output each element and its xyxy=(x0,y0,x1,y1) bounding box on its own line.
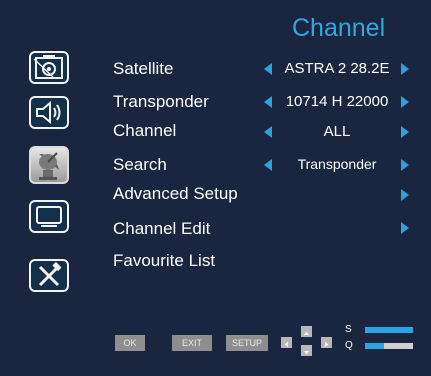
advanced-setup-arrow[interactable] xyxy=(401,189,409,201)
signal-strength-label: S xyxy=(345,324,352,335)
setup-button[interactable]: SETUP xyxy=(226,335,268,351)
channel-next-arrow[interactable] xyxy=(401,126,409,138)
down-arrow-icon xyxy=(304,351,309,355)
nav-down-key[interactable] xyxy=(301,345,312,356)
menu-item-transponder[interactable]: Transponder xyxy=(113,92,209,112)
satellite-dish-icon xyxy=(39,152,59,180)
left-arrow-icon xyxy=(284,342,288,347)
search-prev-arrow[interactable] xyxy=(264,159,272,171)
monitor-icon xyxy=(36,206,62,227)
sidebar-item-channel[interactable] xyxy=(29,146,69,184)
satellite-value: ASTRA 2 28.2E xyxy=(284,60,390,77)
menu-item-satellite[interactable]: Satellite xyxy=(113,59,173,79)
satellite-prev-arrow[interactable] xyxy=(264,63,272,75)
right-arrow-icon xyxy=(325,342,329,347)
sidebar-item-audio[interactable] xyxy=(29,96,69,129)
tools-icon xyxy=(38,261,62,287)
sidebar-item-tools[interactable] xyxy=(29,259,69,292)
nav-right-key[interactable] xyxy=(321,337,332,348)
up-arrow-icon xyxy=(304,331,309,335)
menu-item-favourite-list[interactable]: Favourite List xyxy=(113,251,215,271)
search-next-arrow[interactable] xyxy=(401,159,409,171)
channel-value: ALL xyxy=(323,123,351,140)
nav-left-key[interactable] xyxy=(281,337,292,348)
transponder-next-arrow[interactable] xyxy=(401,96,409,108)
satellite-next-arrow[interactable] xyxy=(401,63,409,75)
sidebar-item-system[interactable] xyxy=(29,200,69,233)
signal-strength-fill xyxy=(365,327,413,333)
transponder-prev-arrow[interactable] xyxy=(264,96,272,108)
nav-up-key[interactable] xyxy=(301,326,312,337)
channel-edit-arrow[interactable] xyxy=(401,222,409,234)
photo-camera-icon xyxy=(33,55,63,79)
menu-item-channel-edit[interactable]: Channel Edit xyxy=(113,219,210,239)
signal-quality-bar xyxy=(365,343,413,349)
speaker-volume-icon xyxy=(36,100,61,125)
channel-menu-screen: Channel Satellite ASTRA 2 28.2E Transpon… xyxy=(0,0,431,376)
ok-button[interactable]: OK xyxy=(115,335,145,351)
menu-item-channel[interactable]: Channel xyxy=(113,121,176,141)
page-title: Channel xyxy=(292,14,386,42)
signal-strength-bar xyxy=(365,327,413,333)
signal-quality-label: Q xyxy=(345,340,353,351)
transponder-value: 10714 H 22000 xyxy=(285,93,389,110)
channel-prev-arrow[interactable] xyxy=(264,126,272,138)
search-value: Transponder xyxy=(297,156,377,172)
menu-item-advanced-setup[interactable]: Advanced Setup xyxy=(113,184,238,204)
menu-item-search[interactable]: Search xyxy=(113,155,167,175)
signal-quality-fill xyxy=(365,343,385,349)
exit-button[interactable]: EXIT xyxy=(172,335,212,351)
sidebar-item-picture[interactable] xyxy=(29,51,69,84)
